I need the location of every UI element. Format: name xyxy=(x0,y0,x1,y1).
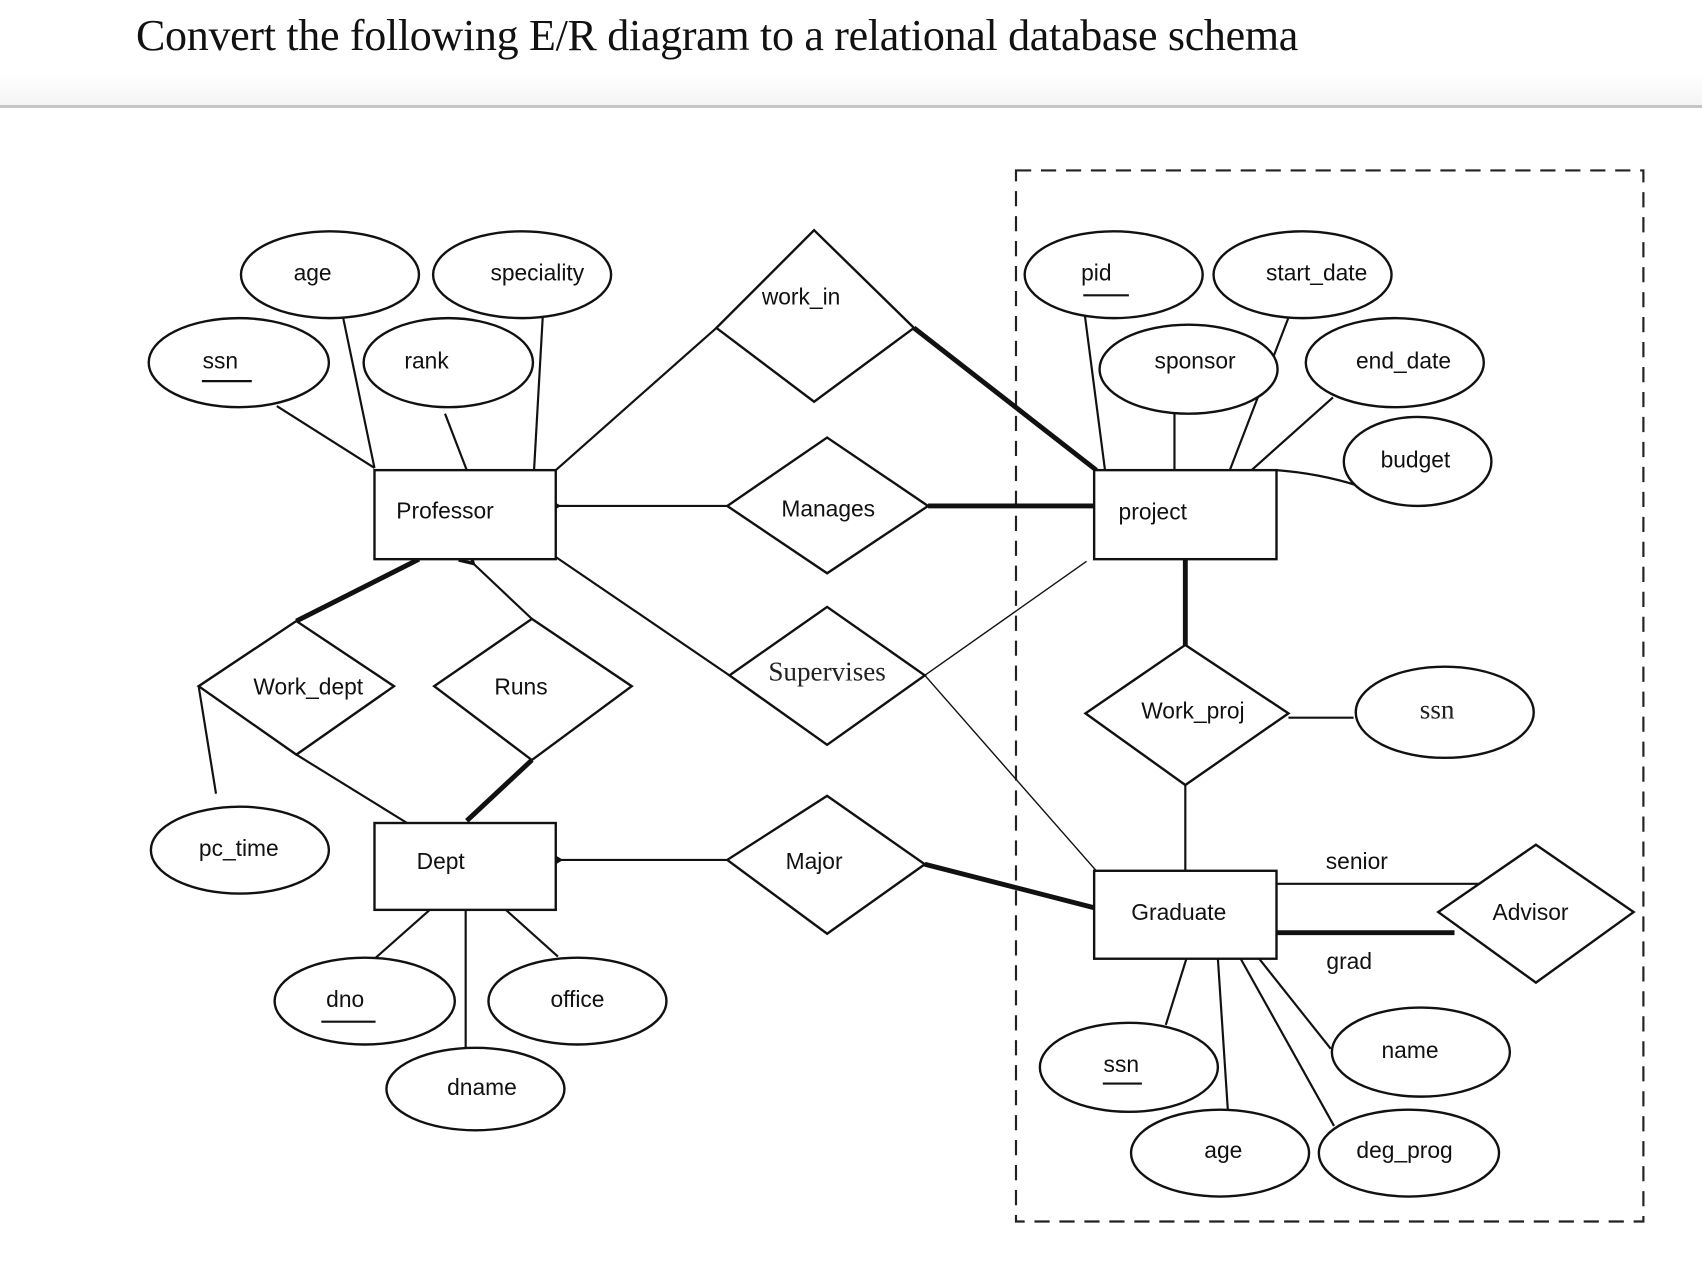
line-dept-office xyxy=(505,909,559,958)
line-grad-ssn xyxy=(1164,958,1188,1026)
attribute-label: age xyxy=(294,260,332,286)
entity-label: Professor xyxy=(396,497,494,523)
entity-project[interactable]: project xyxy=(1092,468,1278,561)
role-label-grad: grad xyxy=(1326,948,1372,974)
relationship-work-in[interactable]: work_in xyxy=(714,228,916,404)
entity-dept[interactable]: Dept xyxy=(373,821,557,912)
relationship-advisor[interactable]: Advisor xyxy=(1436,843,1636,985)
attribute-proj-pid[interactable]: pid xyxy=(1023,230,1204,320)
relationship-label: Advisor xyxy=(1493,899,1569,925)
entity-graduate[interactable]: Graduate xyxy=(1092,869,1278,960)
line-proj-pid xyxy=(1083,311,1107,471)
relationship-work-proj[interactable]: Work_proj xyxy=(1083,643,1291,787)
line-supervises-graduate xyxy=(924,674,1097,872)
line-supervises-project xyxy=(924,560,1087,676)
line-workdept-dept xyxy=(295,753,408,824)
attribute-label: ssn xyxy=(1104,1051,1139,1077)
attribute-label: start_date xyxy=(1266,260,1367,286)
attribute-label: sponsor xyxy=(1155,348,1236,374)
attribute-proj-end-date[interactable]: end_date xyxy=(1304,316,1486,409)
line-workin-project xyxy=(912,325,1098,473)
relationship-label: Manages xyxy=(781,495,875,521)
attribute-label: ssn xyxy=(1420,694,1455,724)
attribute-prof-age[interactable]: age xyxy=(239,230,421,320)
relationship-label: work_in xyxy=(761,284,840,310)
attribute-label: office xyxy=(550,986,604,1012)
attribute-label: budget xyxy=(1381,446,1451,472)
attribute-prof-ssn[interactable]: ssn xyxy=(147,316,331,409)
relationship-work-dept[interactable]: Work_dept xyxy=(196,619,397,757)
relationship-supervises[interactable]: Supervises xyxy=(727,605,927,747)
attribute-label: end_date xyxy=(1356,348,1451,374)
line-grad-degprog xyxy=(1239,958,1335,1127)
attribute-label: age xyxy=(1204,1137,1242,1163)
attribute-grad-deg-prog[interactable]: deg_prog xyxy=(1317,1108,1501,1198)
line-major-graduate xyxy=(924,861,1095,911)
relationship-label: Runs xyxy=(494,673,547,699)
role-label-senior: senior xyxy=(1326,848,1388,874)
attribute-label: pc_time xyxy=(199,835,279,861)
attribute-label: deg_prog xyxy=(1356,1137,1452,1163)
line-workdept-pctime xyxy=(197,686,218,794)
relationship-label: Major xyxy=(786,848,843,874)
attribute-work-proj-ssn[interactable]: ssn xyxy=(1354,665,1535,760)
attribute-grad-ssn[interactable]: ssn xyxy=(1038,1021,1220,1114)
line-runs-dept xyxy=(465,758,534,823)
attribute-prof-speciality[interactable]: speciality xyxy=(431,230,613,320)
relationship-label: Work_proj xyxy=(1141,697,1244,723)
entity-label: project xyxy=(1119,499,1188,525)
line-grad-age xyxy=(1216,958,1230,1124)
relationship-major[interactable]: Major xyxy=(725,794,927,936)
line-prof-rank xyxy=(444,413,468,471)
line-grad-name xyxy=(1258,958,1332,1050)
attribute-grad-name[interactable]: name xyxy=(1330,1006,1512,1098)
attribute-label: dname xyxy=(447,1074,517,1100)
relationship-manages[interactable]: Manages xyxy=(725,436,931,575)
line-runs-prof xyxy=(473,564,533,620)
attribute-label: pid xyxy=(1081,260,1111,286)
attribute-proj-budget[interactable]: budget xyxy=(1342,415,1493,508)
line-workdept-prof xyxy=(295,556,421,624)
attribute-pc-time[interactable]: pc_time xyxy=(149,805,331,895)
line-prof-speciality xyxy=(532,316,544,471)
relationship-label: Work_dept xyxy=(253,673,363,699)
line-prof-ssn xyxy=(276,405,376,469)
relationship-runs[interactable]: Runs xyxy=(432,617,634,762)
relationship-label: Supervises xyxy=(768,656,886,686)
line-prof-age xyxy=(341,316,376,469)
line-proj-enddate xyxy=(1250,396,1334,471)
attribute-prof-rank[interactable]: rank xyxy=(362,316,535,409)
line-workin-prof xyxy=(555,327,718,471)
attribute-dept-office[interactable]: office xyxy=(487,956,668,1046)
entity-label: Graduate xyxy=(1131,899,1226,925)
attribute-dept-dname[interactable]: dname xyxy=(385,1046,566,1132)
attribute-label: ssn xyxy=(203,348,238,374)
attribute-dept-dno[interactable]: dno xyxy=(273,956,457,1046)
attribute-label: speciality xyxy=(490,260,584,286)
attribute-grad-age[interactable]: age xyxy=(1129,1108,1311,1198)
attribute-proj-sponsor[interactable]: sponsor xyxy=(1098,323,1279,415)
entity-label: Dept xyxy=(417,848,466,874)
entity-professor[interactable]: Professor xyxy=(373,468,557,561)
attribute-label: rank xyxy=(404,348,449,374)
line-dept-dno xyxy=(372,909,431,961)
er-diagram: Professor Dept project Graduate work_in … xyxy=(147,169,1645,1223)
attribute-label: name xyxy=(1382,1037,1439,1063)
attribute-proj-start-date[interactable]: start_date xyxy=(1212,230,1393,320)
attribute-label: dno xyxy=(326,986,364,1012)
